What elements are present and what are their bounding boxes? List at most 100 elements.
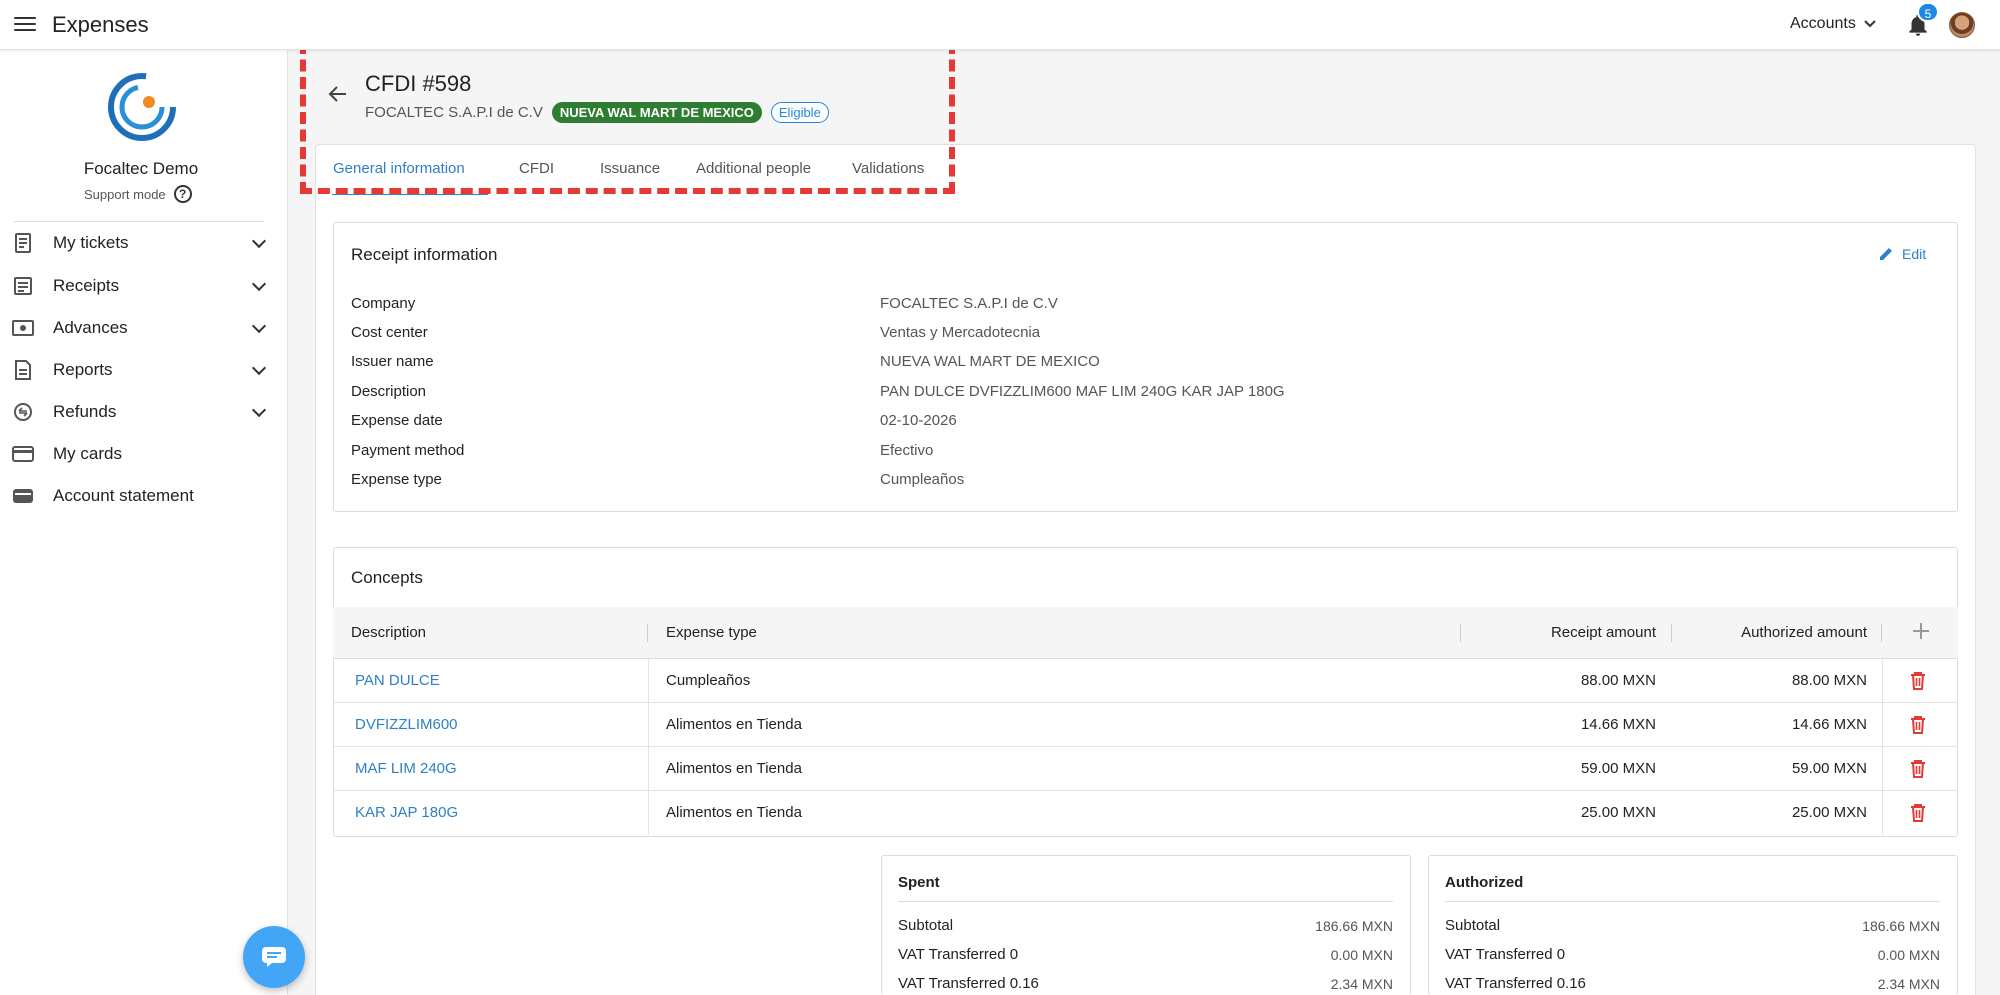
trash-icon[interactable] bbox=[1910, 759, 1926, 779]
support-mode-label: Support mode bbox=[84, 186, 166, 202]
notification-badge: 5 bbox=[1917, 2, 1939, 22]
field-label-issuer-name: Issuer name bbox=[351, 353, 434, 370]
sidebar: Focaltec Demo Support mode ? My tickets … bbox=[0, 50, 288, 995]
sidebar-item-label: Reports bbox=[53, 360, 113, 379]
authorized-title: Authorized bbox=[1445, 874, 1524, 891]
page-title: CFDI #598 bbox=[365, 71, 472, 96]
sidebar-item-label: My cards bbox=[53, 444, 122, 463]
concept-authorized-amount: 14.66 MXN bbox=[1791, 716, 1867, 733]
table-row: KAR JAP 180G Alimentos en Tienda 25.00 M… bbox=[333, 791, 1958, 835]
table-row: MAF LIM 240G Alimentos en Tienda 59.00 M… bbox=[333, 747, 1958, 791]
concept-expense-type: Cumpleaños bbox=[666, 672, 751, 689]
receipt-information-title: Receipt information bbox=[351, 245, 498, 264]
tab-bar: General information CFDI Issuance Additi… bbox=[315, 144, 1976, 196]
spent-subtotal-label: Subtotal bbox=[898, 917, 954, 934]
trash-icon[interactable] bbox=[1910, 715, 1926, 735]
support-mode: Support mode ? bbox=[84, 185, 192, 203]
sidebar-item-my-cards[interactable]: My cards bbox=[12, 437, 270, 471]
status-badge: Eligible bbox=[770, 102, 829, 123]
menu-icon[interactable] bbox=[14, 13, 36, 35]
concept-description-link[interactable]: MAF LIM 240G bbox=[355, 760, 457, 777]
concepts-title: Concepts bbox=[351, 568, 423, 587]
receipt-icon bbox=[12, 276, 34, 296]
tab-general-information[interactable]: General information bbox=[333, 160, 465, 177]
sidebar-item-label: Receipts bbox=[53, 276, 120, 295]
help-icon[interactable]: ? bbox=[173, 185, 192, 203]
column-separator bbox=[1671, 624, 1672, 642]
table-row: DVFIZZLIM600 Alimentos en Tienda 14.66 M… bbox=[333, 703, 1958, 747]
concept-authorized-amount: 88.00 MXN bbox=[1791, 672, 1867, 689]
sidebar-item-advances[interactable]: Advances bbox=[12, 311, 270, 345]
spent-vat16-value: 2.34 MXN bbox=[1330, 976, 1393, 992]
tab-issuance[interactable]: Issuance bbox=[600, 160, 660, 177]
column-header-authorized-amount[interactable]: Authorized amount bbox=[1683, 624, 1867, 641]
column-separator bbox=[647, 624, 648, 642]
concept-authorized-amount: 25.00 MXN bbox=[1791, 804, 1867, 821]
field-label-cost-center: Cost center bbox=[351, 324, 428, 341]
column-header-receipt-amount[interactable]: Receipt amount bbox=[1473, 624, 1656, 641]
sidebar-item-label: Advances bbox=[53, 318, 128, 337]
spent-vat0-value: 0.00 MXN bbox=[1330, 947, 1393, 963]
field-label-payment-method: Payment method bbox=[351, 442, 465, 459]
header-subtitle: FOCALTEC S.A.P.I de C.V NUEVA WAL MART D… bbox=[365, 102, 829, 123]
column-separator bbox=[1460, 624, 1461, 642]
field-value-payment-method: Efectivo bbox=[880, 442, 934, 459]
sidebar-item-my-tickets[interactable]: My tickets bbox=[12, 226, 270, 260]
chevron-down-icon bbox=[251, 276, 267, 291]
tab-additional-people[interactable]: Additional people bbox=[696, 160, 811, 177]
concept-description-link[interactable]: KAR JAP 180G bbox=[355, 804, 458, 821]
summary-divider bbox=[898, 901, 1393, 902]
tab-cfdi[interactable]: CFDI bbox=[519, 160, 554, 177]
column-separator bbox=[1881, 624, 1882, 642]
authorized-vat16-value: 2.34 MXN bbox=[1877, 976, 1940, 992]
concept-description-link[interactable]: PAN DULCE bbox=[355, 672, 440, 689]
card-icon bbox=[12, 444, 34, 464]
org-name: Focaltec Demo bbox=[83, 159, 199, 178]
concept-receipt-amount: 14.66 MXN bbox=[1580, 716, 1656, 733]
sidebar-item-reports[interactable]: Reports bbox=[12, 353, 270, 387]
report-icon bbox=[12, 360, 34, 380]
spent-title: Spent bbox=[898, 874, 940, 891]
sidebar-item-refunds[interactable]: Refunds bbox=[12, 395, 270, 429]
edit-button[interactable]: Edit bbox=[1878, 246, 1926, 262]
sidebar-item-account-statement[interactable]: Account statement bbox=[12, 479, 270, 513]
add-concept-icon[interactable] bbox=[1911, 621, 1931, 641]
sidebar-item-label: Account statement bbox=[53, 486, 194, 505]
column-header-expense-type[interactable]: Expense type bbox=[666, 624, 757, 641]
field-label-expense-date: Expense date bbox=[351, 412, 443, 429]
tab-validations[interactable]: Validations bbox=[852, 160, 924, 177]
chat-button[interactable] bbox=[243, 926, 305, 988]
concept-authorized-amount: 59.00 MXN bbox=[1791, 760, 1867, 777]
authorized-subtotal-value: 186.66 MXN bbox=[1862, 918, 1940, 934]
concept-description-link[interactable]: DVFIZZLIM600 bbox=[355, 716, 458, 733]
chevron-down-icon bbox=[251, 233, 267, 248]
cash-icon bbox=[12, 318, 34, 338]
trash-icon[interactable] bbox=[1910, 671, 1926, 691]
avatar[interactable] bbox=[1949, 12, 1975, 38]
chat-icon bbox=[262, 947, 286, 967]
chevron-down-icon bbox=[251, 402, 267, 417]
app-title: Expenses bbox=[52, 12, 149, 37]
back-arrow-icon[interactable] bbox=[328, 84, 348, 104]
top-bar: Expenses Accounts 5 bbox=[0, 0, 2000, 50]
spent-vat0-label: VAT Transferred 0 bbox=[898, 946, 1019, 963]
sidebar-divider bbox=[14, 221, 264, 222]
chevron-down-icon bbox=[251, 360, 267, 375]
authorized-subtotal-label: Subtotal bbox=[1445, 917, 1501, 934]
trash-icon[interactable] bbox=[1910, 803, 1926, 823]
field-value-expense-date: 02-10-2026 bbox=[880, 412, 957, 429]
focaltec-logo-icon bbox=[108, 73, 176, 141]
field-value-expense-type: Cumpleaños bbox=[880, 471, 965, 488]
accounts-dropdown[interactable]: Accounts bbox=[1790, 15, 1876, 33]
accounts-label: Accounts bbox=[1790, 15, 1856, 32]
wallet-icon bbox=[12, 486, 34, 506]
sidebar-item-receipts[interactable]: Receipts bbox=[12, 269, 270, 303]
concepts-table-header: Description Expense type Receipt amount … bbox=[333, 607, 1958, 659]
spent-subtotal-value: 186.66 MXN bbox=[1315, 918, 1393, 934]
summary-divider bbox=[1445, 901, 1940, 902]
field-value-description: PAN DULCE DVFIZZLIM600 MAF LIM 240G KAR … bbox=[880, 383, 1285, 400]
field-value-issuer-name: NUEVA WAL MART DE MEXICO bbox=[880, 353, 1100, 370]
edit-label: Edit bbox=[1902, 246, 1927, 262]
pencil-icon bbox=[1880, 248, 1892, 260]
column-header-description[interactable]: Description bbox=[351, 624, 426, 641]
